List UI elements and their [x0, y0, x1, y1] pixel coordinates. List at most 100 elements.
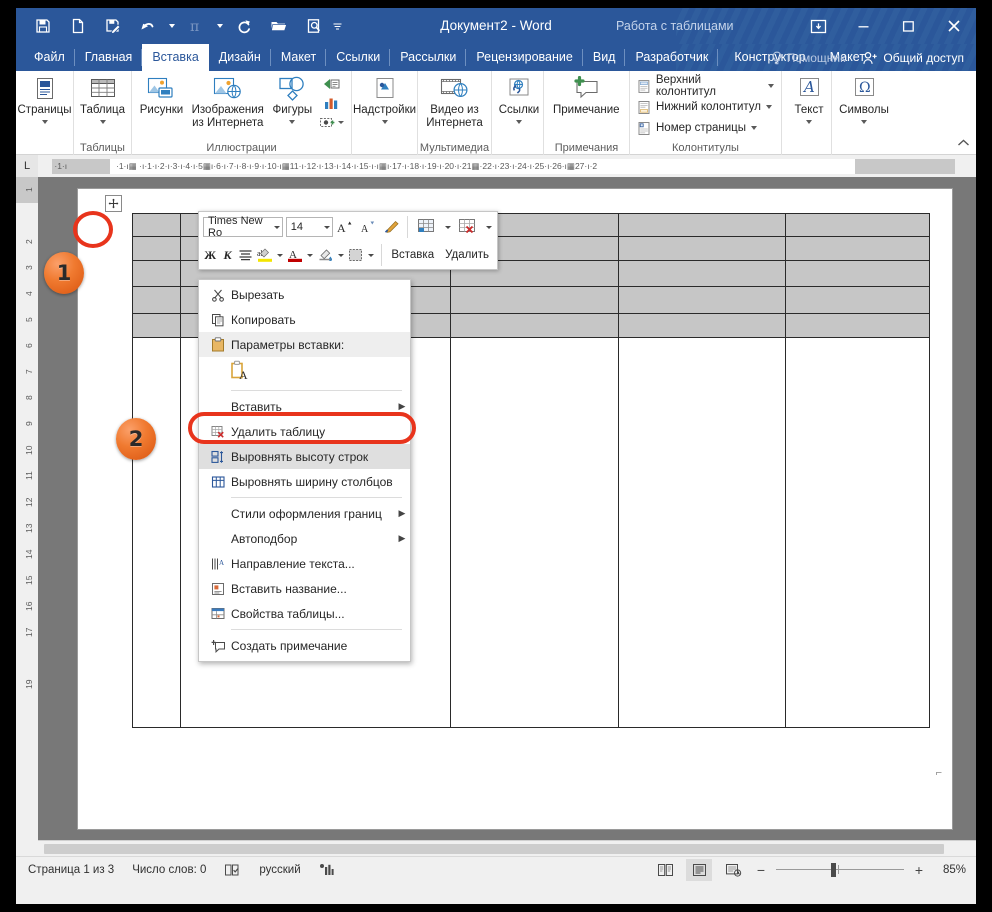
- pages-dropdown-caret[interactable]: [41, 119, 48, 124]
- context-menu-item-cut[interactable]: Вырезать: [199, 282, 410, 307]
- bold-icon[interactable]: Ж: [203, 245, 217, 265]
- table-cell[interactable]: [785, 338, 929, 728]
- new-comment-button[interactable]: Примечание: [548, 74, 625, 119]
- table-cell[interactable]: [785, 314, 929, 338]
- format-painter-icon[interactable]: [381, 217, 401, 237]
- macro-record-icon[interactable]: [319, 863, 334, 877]
- table-resize-handle[interactable]: ⌐: [936, 767, 942, 779]
- page-number-button[interactable]: Номер страницы: [634, 118, 760, 138]
- insert-table-icon[interactable]: [414, 217, 440, 237]
- print-layout-icon[interactable]: [686, 858, 712, 881]
- mini-toolbar[interactable]: Times New Ro 14 A A Ж К A Вставка Удалит…: [198, 211, 498, 270]
- new-document-icon[interactable]: [61, 11, 94, 41]
- save-icon[interactable]: [26, 11, 59, 41]
- grow-font-icon[interactable]: A: [336, 217, 356, 237]
- context-menu-item-new-comment[interactable]: Создать примечание: [199, 633, 410, 658]
- web-layout-icon[interactable]: [720, 859, 746, 881]
- pictures-button[interactable]: Рисунки: [136, 74, 187, 119]
- context-menu-item-border-styles[interactable]: Стили оформления границ ▶: [199, 501, 410, 526]
- table-cell[interactable]: [618, 338, 786, 728]
- tab-stop-selector[interactable]: L: [16, 155, 38, 177]
- table-cell[interactable]: [133, 287, 181, 314]
- tab-layout[interactable]: Макет: [271, 44, 327, 71]
- italic-icon[interactable]: К: [220, 245, 234, 265]
- links-button[interactable]: Ссылки: [496, 74, 542, 126]
- shrink-font-icon[interactable]: A: [358, 217, 378, 237]
- font-size-combo[interactable]: 14: [285, 217, 333, 237]
- context-menu-item-autofit[interactable]: Автоподбор ▶: [199, 526, 410, 551]
- redo-pi-icon[interactable]: π: [179, 11, 212, 41]
- borders-caret[interactable]: [368, 245, 375, 265]
- header-dropdown-caret[interactable]: [768, 84, 774, 88]
- context-menu-item-table-properties[interactable]: Свойства таблицы...: [199, 601, 410, 626]
- tab-design[interactable]: Дизайн: [209, 44, 271, 71]
- delete-label[interactable]: Удалить: [441, 249, 493, 261]
- undo-dropdown-caret[interactable]: [166, 11, 177, 41]
- footer-dropdown-caret[interactable]: [766, 105, 772, 109]
- delete-table-toolbar-icon[interactable]: [455, 217, 481, 237]
- undo-icon[interactable]: [131, 11, 164, 41]
- document-canvas[interactable]: ⌐: [38, 177, 976, 856]
- tab-insert[interactable]: Вставка: [142, 44, 209, 71]
- horizontal-scroll-thumb[interactable]: [44, 844, 945, 854]
- zoom-slider-handle[interactable]: [831, 862, 836, 877]
- links-dropdown-caret[interactable]: [516, 119, 522, 124]
- open-folder-icon[interactable]: [262, 11, 295, 41]
- header-button[interactable]: Верхний колонтитул: [634, 74, 777, 98]
- zoom-out-button[interactable]: −: [754, 862, 768, 878]
- context-menu-item-text-direction[interactable]: A Направление текста...: [199, 551, 410, 576]
- distribute-columns-menu-item[interactable]: Выровнять ширину столбцов: [199, 469, 410, 494]
- smartart-button[interactable]: [322, 76, 341, 93]
- table-cell[interactable]: [785, 237, 929, 261]
- horizontal-scrollbar[interactable]: [38, 840, 976, 856]
- redo-dropdown-caret[interactable]: [214, 11, 225, 41]
- align-icon[interactable]: [238, 245, 253, 265]
- tell-me-box[interactable]: Помощник: [761, 44, 856, 71]
- table-cell[interactable]: [785, 214, 929, 237]
- font-size-caret[interactable]: [323, 225, 330, 229]
- addins-button[interactable]: Надстройки: [353, 74, 416, 126]
- tab-home[interactable]: Главная: [75, 44, 143, 71]
- insert-label[interactable]: Вставка: [387, 249, 438, 261]
- table-cell[interactable]: [785, 261, 929, 287]
- zoom-in-button[interactable]: +: [912, 862, 926, 878]
- delete-table-caret[interactable]: [484, 217, 493, 237]
- repeat-icon[interactable]: [227, 11, 260, 41]
- context-menu-item-insert-caption[interactable]: Вставить название...: [199, 576, 410, 601]
- font-name-caret[interactable]: [273, 225, 280, 229]
- table-move-handle[interactable]: [105, 195, 122, 212]
- keep-text-only-paste-icon[interactable]: A: [229, 359, 253, 386]
- table-context-menu[interactable]: Вырезать Копировать Параметры вставки: A…: [198, 279, 411, 662]
- highlight-caret[interactable]: [276, 245, 283, 265]
- highlight-icon[interactable]: ab: [256, 245, 274, 265]
- read-mode-icon[interactable]: [652, 859, 678, 881]
- table-cell[interactable]: [618, 237, 786, 261]
- table-cell[interactable]: [451, 314, 619, 338]
- online-video-button[interactable]: Видео из Интернета: [422, 74, 487, 131]
- table-dropdown-caret[interactable]: [99, 119, 106, 124]
- minimize-icon[interactable]: [841, 8, 886, 44]
- close-icon[interactable]: [931, 8, 976, 44]
- zoom-level-label[interactable]: 85%: [934, 864, 966, 876]
- symbols-dropdown-caret[interactable]: [861, 119, 867, 124]
- shading-caret[interactable]: [337, 245, 344, 265]
- shapes-button[interactable]: Фигуры: [269, 74, 316, 126]
- table-cell[interactable]: [618, 287, 786, 314]
- table-cell[interactable]: [133, 338, 181, 728]
- table-cell[interactable]: [133, 214, 181, 237]
- chart-button[interactable]: [322, 95, 341, 112]
- font-color-caret[interactable]: [307, 245, 314, 265]
- tab-view[interactable]: Вид: [583, 44, 626, 71]
- tab-developer[interactable]: Разработчик: [625, 44, 719, 71]
- print-preview-icon[interactable]: [297, 11, 330, 41]
- screenshot-button[interactable]: [318, 114, 345, 131]
- text-dropdown-caret[interactable]: [806, 119, 812, 124]
- font-color-icon[interactable]: A: [286, 245, 304, 265]
- table-cell[interactable]: [133, 237, 181, 261]
- ribbon-display-options-icon[interactable]: [796, 8, 841, 44]
- table-cell[interactable]: [618, 314, 786, 338]
- table-button[interactable]: Таблица: [78, 74, 127, 126]
- shading-icon[interactable]: [317, 245, 335, 265]
- horizontal-ruler-strip[interactable]: ·1·ı ·1·ı▦ ·ı·1·ı·2·ı·3·ı·4·ı·5▦ı·6·ı·7·…: [52, 158, 976, 174]
- customize-qat-caret[interactable]: [332, 11, 343, 41]
